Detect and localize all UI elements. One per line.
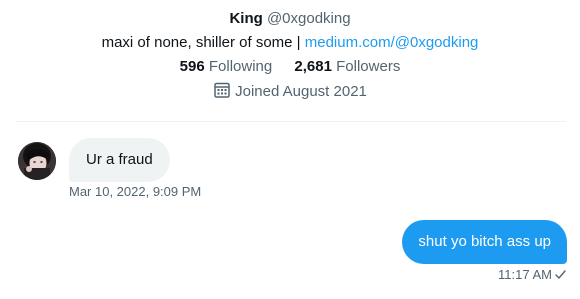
following-stat[interactable]: 596 Following — [180, 57, 273, 77]
followers-label: Followers — [336, 58, 401, 75]
profile-bio: maxi of none, shiller of some | medium.c… — [0, 33, 580, 53]
profile-name-row[interactable]: King @0xgodking — [0, 9, 580, 29]
incoming-message[interactable]: Ur a fraud — [69, 138, 170, 182]
profile-stats: 596 Following 2,681 Followers — [0, 57, 580, 77]
joined-date: Joined August 2021 — [235, 83, 367, 100]
calendar-icon — [214, 82, 230, 98]
avatar-image — [18, 142, 56, 180]
check-icon — [555, 270, 566, 279]
followers-count: 2,681 — [294, 58, 332, 75]
user-handle[interactable]: @0xgodking — [267, 10, 351, 27]
followers-stat[interactable]: 2,681 Followers — [294, 57, 400, 77]
bio-text: maxi of none, shiller of some | — [101, 34, 305, 51]
dm-conversation: King @0xgodking maxi of none, shiller of… — [0, 0, 580, 299]
incoming-message-timestamp: Mar 10, 2022, 9:09 PM — [69, 184, 202, 199]
display-name[interactable]: King — [229, 10, 262, 27]
following-count: 596 — [179, 58, 205, 75]
outgoing-message-timestamp: 11:17 AM — [498, 267, 552, 282]
bio-link[interactable]: medium.com/@0xgodking — [305, 34, 479, 51]
avatar[interactable] — [18, 142, 56, 180]
divider — [16, 121, 566, 122]
following-label: Following — [208, 58, 273, 75]
outgoing-message-timestamp-row: 11:17 AM — [498, 267, 567, 283]
outgoing-message[interactable]: shut yo bitch ass up — [402, 220, 567, 264]
profile-joined: Joined August 2021 — [0, 81, 580, 102]
